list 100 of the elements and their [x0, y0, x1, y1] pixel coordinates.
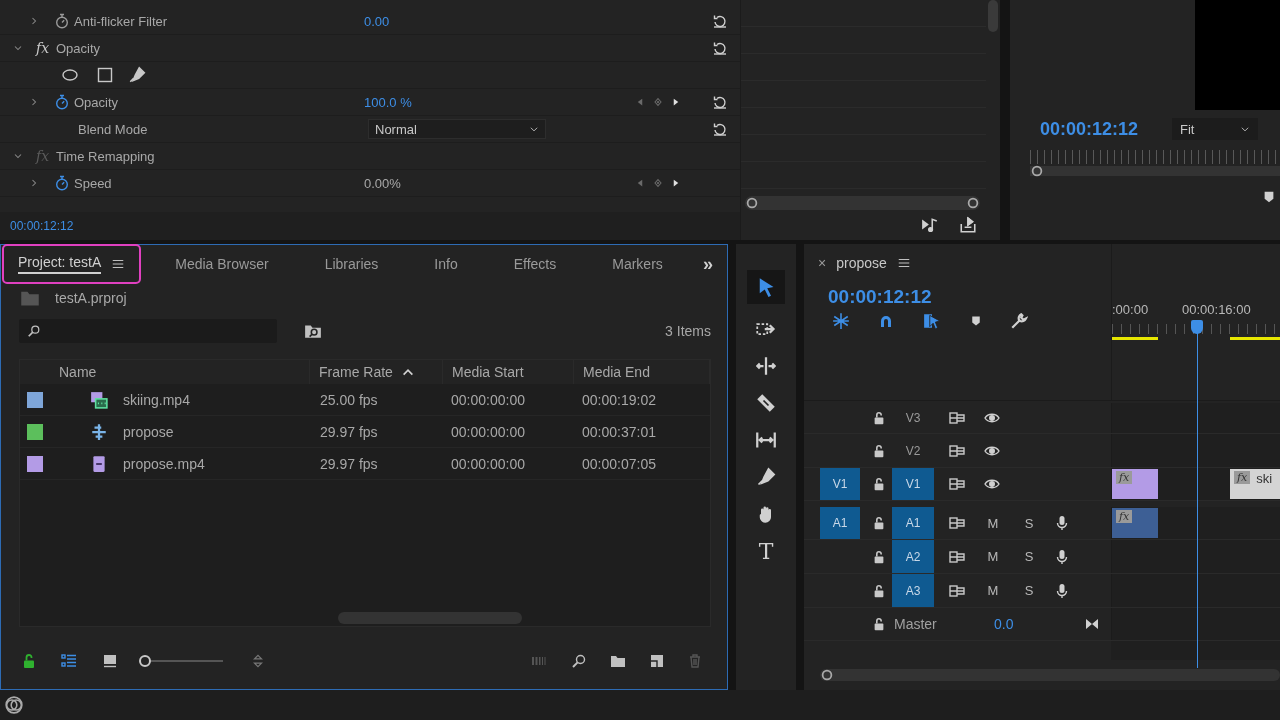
panel-tab[interactable]: Info	[406, 247, 486, 281]
scrub-handle-icon[interactable]	[1030, 164, 1044, 178]
label-color-swatch[interactable]	[27, 423, 43, 440]
sync-lock-icon[interactable]	[948, 582, 966, 599]
label-color-swatch[interactable]	[27, 391, 43, 408]
linked-selection-icon[interactable]	[922, 312, 942, 330]
property-value[interactable]: 0.00	[364, 13, 634, 29]
mute-toggle[interactable]: M	[984, 549, 1002, 564]
lock-icon[interactable]	[872, 443, 886, 458]
panel-tab[interactable]: Media Browser	[147, 247, 297, 281]
clip-name[interactable]: skiing.mp4	[123, 391, 320, 408]
solo-toggle[interactable]: S	[1020, 515, 1038, 531]
zoom-scrollbar[interactable]	[745, 196, 980, 210]
mute-toggle[interactable]: M	[984, 583, 1002, 598]
microphone-icon[interactable]	[1054, 514, 1070, 532]
mute-toggle[interactable]: M	[984, 515, 1002, 531]
settings-icon[interactable]	[1010, 312, 1028, 330]
track-target[interactable]: V1	[892, 468, 934, 500]
sync-lock-icon[interactable]	[948, 442, 966, 459]
list-view-icon[interactable]	[60, 653, 78, 669]
column-header[interactable]: Frame Rate	[310, 360, 443, 384]
track-lane[interactable]	[1111, 403, 1280, 433]
rectangle-mask-icon[interactable]	[96, 67, 114, 83]
column-header[interactable]: Name	[59, 360, 310, 384]
playhead-timecode[interactable]: 00:00:12:12	[828, 286, 932, 308]
selection-tool[interactable]	[747, 270, 785, 304]
menu-icon[interactable]	[111, 257, 126, 271]
type-tool[interactable]: T	[747, 539, 785, 563]
overflow-button[interactable]: »	[697, 252, 719, 276]
solo-toggle[interactable]: S	[1020, 549, 1038, 564]
timeline-clip[interactable]: fx	[1112, 469, 1158, 499]
sync-lock-icon[interactable]	[948, 410, 966, 426]
handle-icon[interactable]	[820, 668, 834, 682]
panel-tab[interactable]: Markers	[584, 247, 691, 281]
find-bin-icon[interactable]	[303, 322, 323, 340]
track-target[interactable]: A3	[892, 574, 934, 607]
lock-icon[interactable]	[872, 549, 886, 564]
scrollbar-thumb[interactable]	[988, 0, 998, 32]
zoom-dropdown[interactable]: Fit	[1172, 118, 1258, 140]
lock-icon[interactable]	[21, 653, 37, 669]
blend-mode-dropdown[interactable]: Normal	[368, 119, 546, 139]
master-track-icon[interactable]	[1084, 616, 1100, 632]
track-target[interactable]: V3	[892, 403, 934, 433]
panel-tab[interactable]: Libraries	[296, 247, 407, 281]
sync-lock-icon[interactable]	[948, 476, 966, 492]
clip-name[interactable]: propose	[123, 423, 320, 440]
sort-icon[interactable]	[251, 653, 265, 669]
source-patch[interactable]: A1	[820, 507, 860, 539]
timeline-clip[interactable]: fx	[1112, 508, 1158, 538]
sync-lock-icon[interactable]	[948, 515, 966, 531]
reset-icon[interactable]	[712, 94, 728, 110]
column-header[interactable]: Media End	[574, 360, 710, 384]
microphone-icon[interactable]	[1054, 581, 1070, 600]
search-field[interactable]	[19, 319, 277, 343]
track-lane[interactable]: fx	[1111, 507, 1280, 539]
reset-icon[interactable]	[712, 13, 728, 29]
track-lane[interactable]: fx fx ski	[1111, 468, 1280, 500]
snap-magnet-icon[interactable]	[878, 313, 894, 329]
timeline-clip[interactable]: fx ski	[1230, 469, 1280, 499]
handle-icon[interactable]	[745, 196, 759, 210]
sequence-tab[interactable]: propose	[836, 255, 887, 271]
track-target[interactable]: A2	[892, 540, 934, 573]
add-marker-icon[interactable]	[970, 314, 982, 328]
marker-icon[interactable]	[1262, 190, 1276, 204]
handle-icon[interactable]	[966, 196, 980, 210]
zoom-slider[interactable]	[139, 653, 223, 669]
playhead[interactable]	[1191, 320, 1205, 668]
play-audio-icon[interactable]	[920, 216, 940, 234]
track-lane[interactable]	[1111, 574, 1280, 607]
track-lane[interactable]	[1111, 608, 1280, 640]
track-lane[interactable]	[1111, 540, 1280, 573]
add-keyframe-icon[interactable]	[652, 177, 664, 189]
lock-icon[interactable]	[872, 516, 886, 530]
track-target[interactable]: A1	[892, 507, 934, 539]
effect-toggle[interactable]: fx	[36, 40, 56, 56]
stopwatch-icon[interactable]	[54, 94, 70, 110]
close-tab-button[interactable]: ×	[818, 255, 827, 271]
pen-mask-icon[interactable]	[128, 66, 146, 84]
export-icon[interactable]	[958, 216, 978, 234]
lock-icon[interactable]	[872, 411, 886, 425]
search-icon[interactable]	[571, 653, 587, 669]
track-target[interactable]: V2	[892, 434, 934, 467]
reset-icon[interactable]	[712, 40, 728, 56]
current-timecode[interactable]: 00:00:12:12	[10, 219, 74, 233]
microphone-icon[interactable]	[1054, 547, 1070, 566]
stopwatch-icon[interactable]	[54, 13, 70, 29]
new-item-icon[interactable]	[649, 653, 665, 669]
reset-icon[interactable]	[712, 121, 728, 137]
add-keyframe-icon[interactable]	[652, 96, 664, 108]
zoom-scrollbar[interactable]	[820, 669, 1280, 681]
track-lane[interactable]	[1111, 434, 1280, 467]
menu-icon[interactable]	[896, 256, 911, 270]
lock-icon[interactable]	[872, 583, 886, 598]
time-ruler[interactable]: :00:00 00:00:16:00	[1111, 244, 1280, 400]
volume-value[interactable]: 0.0	[994, 616, 1084, 632]
solo-toggle[interactable]: S	[1020, 583, 1038, 598]
label-color-swatch[interactable]	[27, 455, 43, 472]
panel-tab[interactable]: Project: testA	[2, 244, 142, 284]
column-header[interactable]: Media Start	[443, 360, 574, 384]
clip-name[interactable]: propose.mp4	[123, 455, 320, 472]
